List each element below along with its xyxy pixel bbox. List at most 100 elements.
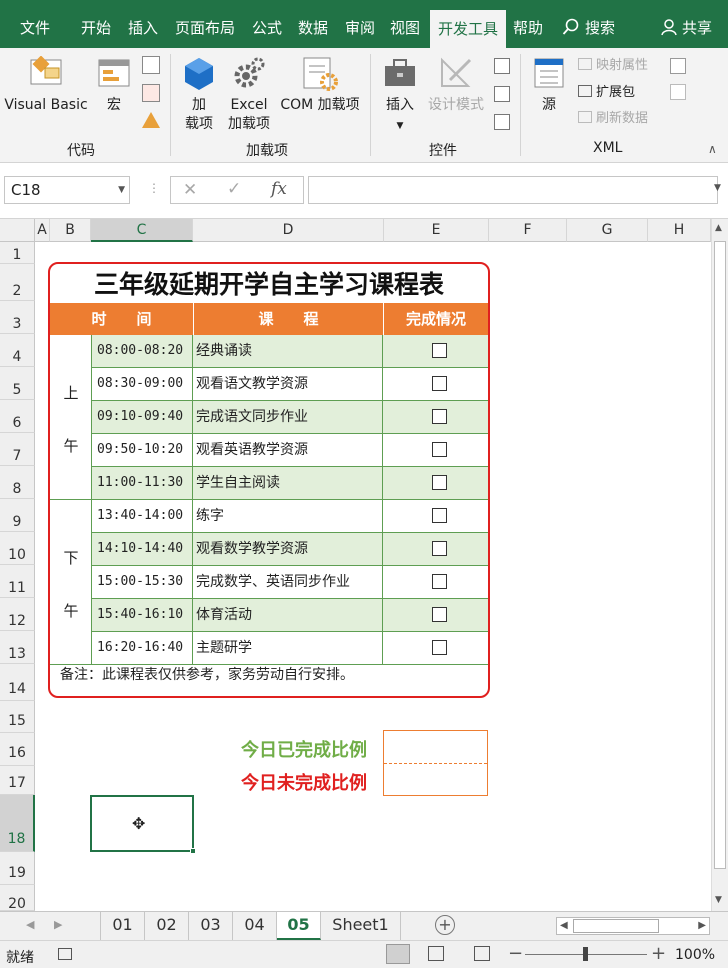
sheet-tab-sheet1[interactable]: Sheet1: [321, 912, 401, 940]
tab-view[interactable]: 视图: [390, 0, 420, 48]
addins-button[interactable]: 加 载项: [180, 56, 218, 134]
completion-checkbox[interactable]: [432, 475, 447, 490]
completion-checkbox[interactable]: [432, 574, 447, 589]
col-header-b[interactable]: B: [50, 219, 91, 242]
scroll-up-icon[interactable]: ▲: [715, 223, 722, 233]
zoom-slider-thumb[interactable]: [583, 947, 588, 961]
col-header-g[interactable]: G: [567, 219, 648, 242]
tab-data[interactable]: 数据: [298, 0, 328, 48]
properties-icon[interactable]: [494, 58, 510, 74]
vertical-scrollbar[interactable]: ▲ ▼: [711, 219, 728, 911]
import-icon[interactable]: [670, 58, 686, 74]
tab-page-layout[interactable]: 页面布局: [175, 0, 235, 48]
sheet-tab-02[interactable]: 02: [145, 912, 189, 940]
completion-checkbox[interactable]: [432, 508, 447, 523]
sheet-tab-04[interactable]: 04: [233, 912, 277, 940]
map-properties-button[interactable]: 映射属性: [578, 56, 648, 76]
expand-formula-icon[interactable]: ▼: [714, 183, 721, 193]
row-header[interactable]: 1: [0, 242, 35, 264]
page-layout-view-icon[interactable]: [428, 946, 444, 961]
add-sheet-button[interactable]: +: [435, 915, 455, 935]
selected-cell-c18[interactable]: ✥: [90, 795, 196, 854]
scroll-thumb[interactable]: [714, 241, 726, 869]
completion-checkbox[interactable]: [432, 640, 447, 655]
tab-help[interactable]: 帮助: [513, 0, 543, 48]
row-header[interactable]: 9: [0, 499, 35, 532]
col-header-e[interactable]: E: [384, 219, 489, 242]
row-header[interactable]: 5: [0, 367, 35, 400]
macro-security-icon[interactable]: [142, 112, 160, 128]
row-header[interactable]: 17: [0, 766, 35, 795]
tab-review[interactable]: 审阅: [345, 0, 375, 48]
sheet-tab-05[interactable]: 05: [277, 912, 321, 940]
tab-scroll-right-icon[interactable]: ▶: [54, 918, 62, 931]
row-header[interactable]: 4: [0, 334, 35, 367]
page-break-view-icon[interactable]: [474, 946, 490, 961]
sheet-tab-01[interactable]: 01: [100, 912, 145, 940]
row-header[interactable]: 6: [0, 400, 35, 433]
visual-basic-button[interactable]: Visual Basic: [4, 56, 88, 115]
row-header[interactable]: 2: [0, 264, 35, 301]
collapse-ribbon-icon[interactable]: ∧: [708, 142, 717, 156]
com-addins-button[interactable]: COM 加载项: [276, 56, 364, 115]
row-header[interactable]: 15: [0, 701, 35, 733]
row-header[interactable]: 8: [0, 466, 35, 499]
record-macro-icon[interactable]: [142, 56, 160, 74]
col-header-c[interactable]: C: [91, 219, 193, 242]
tab-home[interactable]: 开始: [81, 0, 111, 48]
completion-checkbox[interactable]: [432, 376, 447, 391]
completion-checkbox[interactable]: [432, 442, 447, 457]
row-header[interactable]: 11: [0, 565, 35, 598]
formula-input[interactable]: [308, 176, 718, 204]
insert-function-icon[interactable]: fx: [271, 179, 287, 199]
cancel-icon[interactable]: ✕: [183, 180, 197, 200]
scroll-left-icon[interactable]: ◀: [560, 920, 568, 931]
fill-handle[interactable]: [190, 848, 196, 854]
search-button[interactable]: 搜索: [562, 0, 615, 48]
excel-addins-button[interactable]: Excel 加载项: [222, 56, 276, 134]
col-header-h[interactable]: H: [648, 219, 711, 242]
completion-checkbox[interactable]: [432, 541, 447, 556]
zoom-level[interactable]: 100%: [675, 947, 715, 963]
completion-checkbox[interactable]: [432, 409, 447, 424]
zoom-in-icon[interactable]: +: [651, 943, 666, 964]
col-header-f[interactable]: F: [489, 219, 567, 242]
ratio-value-box[interactable]: [383, 730, 488, 796]
xml-source-button[interactable]: 源: [530, 56, 568, 115]
name-box[interactable]: C18 ▼: [4, 176, 130, 204]
share-button[interactable]: 共享: [660, 0, 712, 48]
macro-record-icon[interactable]: [58, 948, 72, 960]
scroll-right-icon[interactable]: ▶: [698, 920, 706, 931]
row-header[interactable]: 12: [0, 598, 35, 631]
tab-developer[interactable]: 开发工具: [430, 10, 507, 48]
normal-view-icon[interactable]: [386, 944, 410, 964]
tab-file[interactable]: 文件: [20, 0, 50, 48]
tab-scroll-left-icon[interactable]: ◀: [26, 918, 34, 931]
refresh-data-button[interactable]: 刷新数据: [578, 109, 648, 129]
scroll-down-icon[interactable]: ▼: [715, 895, 722, 905]
completion-checkbox[interactable]: [432, 607, 447, 622]
view-code-icon[interactable]: [494, 86, 510, 102]
row-header[interactable]: 20: [0, 885, 35, 912]
export-icon[interactable]: [670, 84, 686, 100]
run-dialog-icon[interactable]: [494, 114, 510, 130]
relative-ref-icon[interactable]: [142, 84, 160, 102]
design-mode-button[interactable]: 设计模式: [424, 56, 488, 115]
tab-insert[interactable]: 插入: [128, 0, 158, 48]
tab-formulas[interactable]: 公式: [252, 0, 282, 48]
row-header[interactable]: 10: [0, 532, 35, 565]
chevron-down-icon[interactable]: ▼: [118, 177, 125, 203]
row-header[interactable]: 18: [0, 795, 35, 852]
sheet-tab-03[interactable]: 03: [189, 912, 233, 940]
expansion-packs-button[interactable]: 扩展包: [578, 83, 635, 103]
col-header-d[interactable]: D: [193, 219, 384, 242]
macro-button[interactable]: 宏: [94, 56, 134, 115]
horizontal-scrollbar[interactable]: ◀ ▶: [556, 917, 710, 935]
completion-checkbox[interactable]: [432, 343, 447, 358]
row-header[interactable]: 3: [0, 301, 35, 334]
insert-control-button[interactable]: 插入 ▼: [378, 56, 422, 136]
col-header-a[interactable]: A: [35, 219, 50, 242]
row-header[interactable]: 19: [0, 852, 35, 885]
scroll-thumb-h[interactable]: [573, 919, 659, 933]
select-all-corner[interactable]: [0, 219, 35, 242]
